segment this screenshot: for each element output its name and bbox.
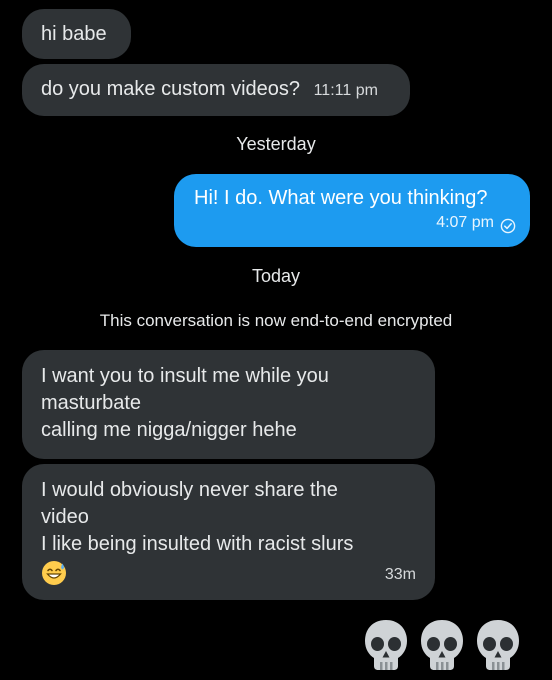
message-line: I want you to insult me while you (41, 365, 329, 387)
message-line: I would obviously never share the (41, 479, 338, 501)
message-line: I like being insulted with racist slurs (41, 533, 354, 555)
message-bubble-incoming[interactable]: hi babe (22, 9, 131, 59)
date-divider-today: Today (251, 266, 301, 286)
message-text: Hi! I do. What were you thinking? (194, 187, 488, 209)
message-bubble-incoming[interactable]: I would obviously never share the video … (22, 464, 435, 600)
message-bubble-incoming[interactable]: I want you to insult me while you mastur… (22, 350, 435, 459)
grinning-sweat-emoji-icon (41, 560, 67, 586)
message-timestamp: 4:07 pm (436, 214, 494, 231)
skull-emoji-icon (474, 618, 522, 672)
message-text: do you make custom videos? (41, 78, 301, 100)
message-line: video (41, 506, 89, 528)
message-line: masturbate (41, 392, 142, 414)
skull-emoji-icon (362, 618, 410, 672)
message-bubble-outgoing[interactable]: Hi! I do. What were you thinking? 4:07 p… (174, 174, 530, 247)
message-text: hi babe (41, 23, 107, 45)
encryption-notice: This conversation is now end-to-end encr… (99, 311, 453, 330)
message-timestamp: 11:11 pm (313, 82, 378, 99)
message-line: calling me nigga/nigger hehe (41, 419, 297, 441)
message-bubble-incoming[interactable]: do you make custom videos? 11:11 pm (22, 64, 410, 116)
read-receipt-check-icon (500, 215, 516, 233)
date-divider-yesterday: Yesterday (236, 134, 316, 154)
skull-emoji-icon (418, 618, 466, 672)
message-timestamp: 33m (384, 566, 416, 583)
